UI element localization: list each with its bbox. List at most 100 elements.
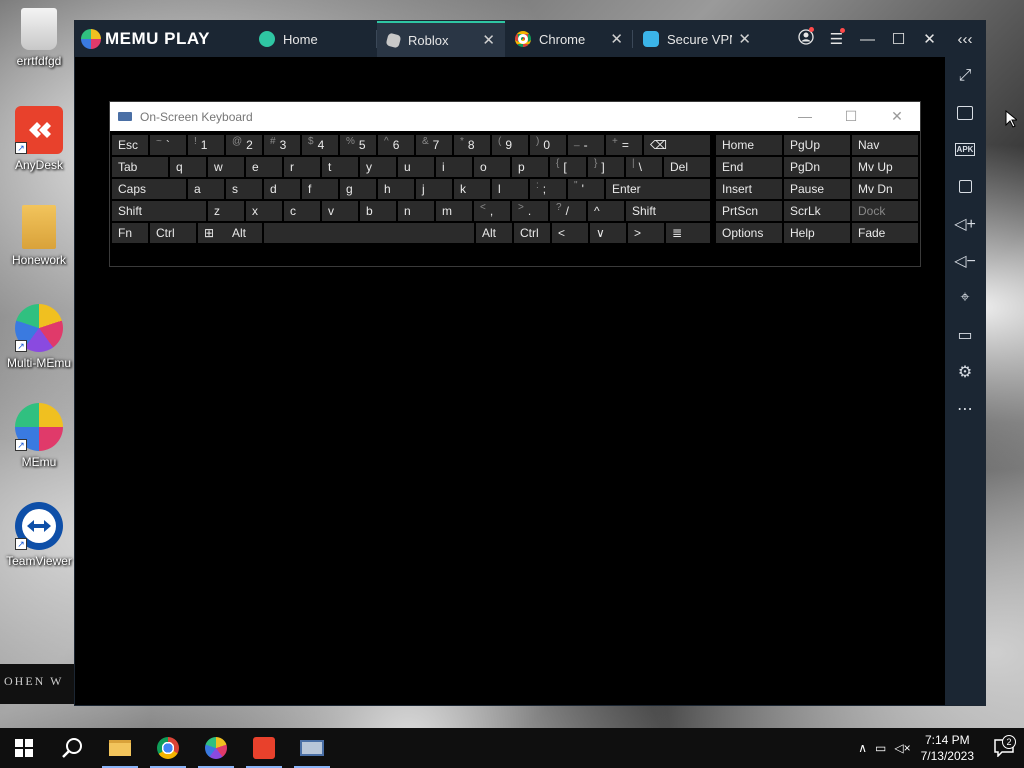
- osk-key[interactable]: t: [322, 157, 358, 177]
- osk-key[interactable]: | \: [626, 157, 662, 177]
- action-center-button[interactable]: 2: [984, 735, 1024, 757]
- osk-nav-key[interactable]: Options: [716, 223, 782, 243]
- osk-key[interactable]: & 7: [416, 135, 452, 155]
- osk-key[interactable]: ) 0: [530, 135, 566, 155]
- osk-key[interactable]: v: [322, 201, 358, 221]
- osk-close-button[interactable]: ✕: [874, 108, 920, 125]
- minimize-button[interactable]: —: [852, 31, 883, 48]
- taskbar-osk[interactable]: [288, 728, 336, 768]
- desktop-icon-recycle[interactable]: errtfdfgd: [4, 8, 74, 68]
- multi-window-icon[interactable]: [945, 168, 985, 205]
- osk-key[interactable]: * 8: [454, 135, 490, 155]
- maximize-button[interactable]: ☐: [883, 30, 914, 48]
- osk-key[interactable]: s: [226, 179, 262, 199]
- taskbar-file-explorer[interactable]: [96, 728, 144, 768]
- osk-nav-key[interactable]: PgDn: [784, 157, 850, 177]
- osk-nav-key[interactable]: PrtScn: [716, 201, 782, 221]
- desktop-icon-anydesk[interactable]: ↗ AnyDesk: [4, 106, 74, 172]
- volume-up-icon[interactable]: ◁+: [945, 205, 985, 242]
- osk-key[interactable]: Caps: [112, 179, 186, 199]
- clock[interactable]: 7:14 PM 7/13/2023: [921, 732, 974, 764]
- osk-maximize-button[interactable]: ☐: [828, 108, 874, 125]
- osk-key[interactable]: Shift: [626, 201, 710, 221]
- osk-nav-key[interactable]: End: [716, 157, 782, 177]
- osk-nav-key[interactable]: Insert: [716, 179, 782, 199]
- start-button[interactable]: [0, 728, 48, 768]
- osk-key[interactable]: y: [360, 157, 396, 177]
- osk-key[interactable]: m: [436, 201, 472, 221]
- folder-icon[interactable]: ▭: [945, 316, 985, 353]
- osk-nav-key[interactable]: Nav: [852, 135, 918, 155]
- osk-key[interactable]: z: [208, 201, 244, 221]
- taskbar-multi-memu[interactable]: [192, 728, 240, 768]
- osk-key[interactable]: Ctrl: [514, 223, 550, 243]
- osk-nav-key[interactable]: Help: [784, 223, 850, 243]
- osk-key[interactable]: " ': [568, 179, 604, 199]
- search-button[interactable]: [48, 728, 96, 768]
- osk-key[interactable]: Shift: [112, 201, 206, 221]
- osk-key[interactable]: ∨: [590, 223, 626, 243]
- osk-key[interactable]: Esc: [112, 135, 148, 155]
- osk-nav-key[interactable]: Mv Dn: [852, 179, 918, 199]
- osk-nav-key[interactable]: Home: [716, 135, 782, 155]
- osk-key[interactable]: _ -: [568, 135, 604, 155]
- osk-key[interactable]: }]: [588, 157, 624, 177]
- osk-key[interactable]: @2: [226, 135, 262, 155]
- apk-icon[interactable]: APK: [945, 131, 985, 168]
- desktop-icon-memu[interactable]: ↗ MEmu: [4, 403, 74, 469]
- osk-key[interactable]: Fn: [112, 223, 148, 243]
- osk-key[interactable]: d: [264, 179, 300, 199]
- desktop-icon-multi-memu[interactable]: ↗ Multi-MEmu: [4, 304, 74, 370]
- osk-minimize-button[interactable]: —: [782, 108, 828, 125]
- osk-key[interactable]: b: [360, 201, 396, 221]
- tab-secure-vpn[interactable]: Secure VPN ✕: [633, 21, 761, 57]
- collapse-sidebar-icon[interactable]: ‹‹‹: [945, 31, 985, 48]
- osk-key[interactable]: h: [378, 179, 414, 199]
- osk-key[interactable]: Alt: [226, 223, 262, 243]
- osk-key[interactable]: o: [474, 157, 510, 177]
- desktop-icon-teamviewer[interactable]: ↗ TeamViewer: [4, 502, 74, 568]
- osk-key[interactable]: ^: [588, 201, 624, 221]
- osk-key[interactable]: a: [188, 179, 224, 199]
- osk-key[interactable]: $4: [302, 135, 338, 155]
- osk-key[interactable]: x: [246, 201, 282, 221]
- osk-key[interactable]: u: [398, 157, 434, 177]
- osk-key[interactable]: f: [302, 179, 338, 199]
- osk-key[interactable]: Del: [664, 157, 710, 177]
- osk-key[interactable]: c: [284, 201, 320, 221]
- osk-key[interactable]: g: [340, 179, 376, 199]
- osk-key[interactable]: <: [552, 223, 588, 243]
- menu-icon[interactable]: ☰: [821, 28, 852, 48]
- tab-home[interactable]: Home: [249, 21, 377, 57]
- osk-key[interactable]: n: [398, 201, 434, 221]
- osk-key[interactable]: r: [284, 157, 320, 177]
- osk-key[interactable]: w: [208, 157, 244, 177]
- osk-key[interactable]: #3: [264, 135, 300, 155]
- osk-key[interactable]: + =: [606, 135, 642, 155]
- osk-key[interactable]: {[: [550, 157, 586, 177]
- fullscreen-icon[interactable]: ⤢: [945, 57, 985, 94]
- osk-key[interactable]: % 5: [340, 135, 376, 155]
- tab-chrome[interactable]: Chrome ✕: [505, 21, 633, 57]
- close-icon[interactable]: ✕: [738, 30, 751, 48]
- show-hidden-icons-icon[interactable]: ∧: [858, 741, 867, 755]
- osk-key[interactable]: ! 1: [188, 135, 224, 155]
- close-icon[interactable]: ✕: [610, 30, 623, 48]
- osk-key[interactable]: e: [246, 157, 282, 177]
- osk-key[interactable]: Enter: [606, 179, 710, 199]
- osk-key[interactable]: ⌫: [644, 135, 710, 155]
- osk-key[interactable]: q: [170, 157, 206, 177]
- volume-down-icon[interactable]: ◁−: [945, 242, 985, 279]
- taskbar-anydesk[interactable]: [240, 728, 288, 768]
- osk-key[interactable]: i: [436, 157, 472, 177]
- osk-key[interactable]: ? /: [550, 201, 586, 221]
- osk-key[interactable]: j: [416, 179, 452, 199]
- account-icon[interactable]: [790, 27, 821, 49]
- osk-key[interactable]: k: [454, 179, 490, 199]
- network-icon[interactable]: ▭: [875, 741, 886, 755]
- osk-key[interactable]: :;: [530, 179, 566, 199]
- osk-nav-key[interactable]: Mv Up: [852, 157, 918, 177]
- osk-key[interactable]: [264, 223, 474, 243]
- settings-icon[interactable]: ⚙: [945, 353, 985, 390]
- osk-key[interactable]: l: [492, 179, 528, 199]
